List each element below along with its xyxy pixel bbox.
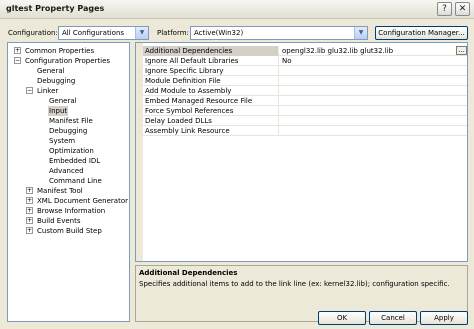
- property-row-additional-dependencies[interactable]: Additional Dependencies opengl32.lib glu…: [143, 46, 467, 56]
- property-value[interactable]: [280, 116, 466, 126]
- cancel-button[interactable]: Cancel: [369, 311, 417, 325]
- platform-value: Active(Win32): [194, 29, 244, 37]
- property-name: Add Module to Assembly: [143, 86, 279, 96]
- property-name: Module Definition File: [143, 76, 279, 86]
- property-value[interactable]: [280, 66, 466, 76]
- property-row-embed-managed-resource-file[interactable]: Embed Managed Resource File: [143, 96, 467, 106]
- expand-icon[interactable]: +: [26, 197, 33, 204]
- chevron-down-icon[interactable]: ▼: [135, 27, 148, 39]
- property-name: Additional Dependencies: [143, 46, 279, 56]
- description-title: Additional Dependencies: [139, 269, 238, 277]
- collapse-icon[interactable]: −: [14, 57, 21, 64]
- expand-icon[interactable]: +: [26, 217, 33, 224]
- platform-dropdown[interactable]: Active(Win32) ▼: [190, 26, 368, 40]
- property-value[interactable]: [280, 76, 466, 86]
- property-row-module-definition-file[interactable]: Module Definition File: [143, 76, 467, 86]
- property-name: Delay Loaded DLLs: [143, 116, 279, 126]
- expand-icon[interactable]: +: [14, 47, 21, 54]
- help-button[interactable]: ?: [437, 2, 452, 16]
- close-button[interactable]: ✕: [455, 2, 470, 16]
- property-row-add-module-to-assembly[interactable]: Add Module to Assembly: [143, 86, 467, 96]
- ok-button[interactable]: OK: [318, 311, 366, 325]
- window-title: gltest Property Pages: [6, 4, 105, 13]
- title-bar: gltest Property Pages ? ✕: [0, 0, 474, 19]
- property-row-assembly-link-resource[interactable]: Assembly Link Resource: [143, 126, 467, 136]
- property-value[interactable]: [280, 106, 466, 116]
- property-row-ignore-all-default-libraries[interactable]: Ignore All Default Libraries No: [143, 56, 467, 66]
- description-pane: Additional Dependencies Specifies additi…: [135, 265, 468, 322]
- ellipsis-button[interactable]: ...: [456, 46, 467, 55]
- description-text: Specifies additional items to add to the…: [139, 280, 450, 288]
- configuration-manager-button[interactable]: Configuration Manager...: [375, 26, 468, 40]
- chevron-down-icon[interactable]: ▼: [354, 27, 367, 39]
- expand-icon[interactable]: +: [26, 207, 33, 214]
- configuration-dropdown[interactable]: All Configurations ▼: [58, 26, 149, 40]
- collapse-icon[interactable]: −: [26, 87, 33, 94]
- property-row-delay-loaded-dlls[interactable]: Delay Loaded DLLs: [143, 116, 467, 126]
- property-name: Assembly Link Resource: [143, 126, 279, 136]
- configuration-label: Configuration:: [8, 29, 58, 37]
- property-name: Ignore Specific Library: [143, 66, 279, 76]
- property-value[interactable]: opengl32.lib glu32.lib glut32.lib: [280, 46, 466, 56]
- expand-icon[interactable]: +: [26, 187, 33, 194]
- property-value[interactable]: No: [280, 56, 466, 66]
- platform-label: Platform:: [157, 29, 189, 37]
- property-row-ignore-specific-library[interactable]: Ignore Specific Library: [143, 66, 467, 76]
- property-row-force-symbol-references[interactable]: Force Symbol References: [143, 106, 467, 116]
- apply-button[interactable]: Apply: [420, 311, 468, 325]
- expand-icon[interactable]: +: [26, 227, 33, 234]
- property-name: Force Symbol References: [143, 106, 279, 116]
- property-value[interactable]: [280, 126, 466, 136]
- property-name: Ignore All Default Libraries: [143, 56, 279, 66]
- property-value[interactable]: [280, 96, 466, 106]
- property-name: Embed Managed Resource File: [143, 96, 279, 106]
- property-tree[interactable]: + Common Properties − Configuration Prop…: [7, 42, 130, 322]
- property-value[interactable]: [280, 86, 466, 96]
- configuration-value: All Configurations: [62, 29, 125, 37]
- grid-margin: [136, 43, 143, 261]
- property-grid: Additional Dependencies opengl32.lib glu…: [135, 42, 468, 262]
